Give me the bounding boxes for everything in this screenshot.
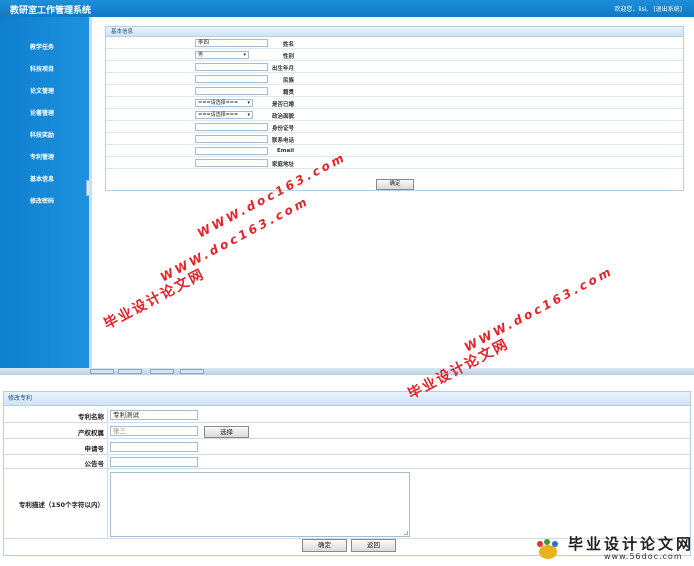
label-cell: 申请号 xyxy=(4,439,108,454)
corner-site-title: 毕业设计论文网 xyxy=(568,535,694,553)
sidebar-item-change-password[interactable]: 修改密码 xyxy=(0,195,89,209)
email-input[interactable] xyxy=(195,147,268,155)
patent-row-notice-no: 公告号 xyxy=(4,455,690,469)
sidebar-item-awards[interactable]: 科技奖励 xyxy=(0,129,89,143)
patent-name-label: 专利名称 xyxy=(78,413,104,421)
name-label: 姓名 xyxy=(282,42,294,48)
patent-name-input[interactable]: 专利测试 xyxy=(110,410,198,420)
address-label: 家庭地址 xyxy=(271,162,294,168)
native-place-label: 籍贯 xyxy=(282,90,294,96)
label-cell: 产权权属 xyxy=(4,423,108,438)
married-label: 是否已婚 xyxy=(271,102,294,108)
form-row-id-number: 身份证号 xyxy=(106,122,683,133)
screenshot-composite: 教研室工作管理系统 欢迎您，lisi, [退出系统] 教学任务 科技项目 论文管… xyxy=(0,0,694,566)
sidebar: 教学任务 科技项目 论文管理 论著管理 科技奖励 专利管理 基本信息 修改密码 xyxy=(0,17,89,368)
patent-row-apply-no: 申请号 xyxy=(4,439,690,455)
corner-site-url: www.56doc.com xyxy=(604,552,683,561)
id-number-label: 身份证号 xyxy=(271,126,294,132)
logout-link[interactable]: [退出系统] xyxy=(653,6,682,13)
form-row-name: 姓名 李四 xyxy=(106,38,683,49)
chevron-down-icon: ▾ xyxy=(243,52,246,58)
description-label: 专利描述（150个字符以内） xyxy=(18,501,104,509)
resize-grip-icon[interactable] xyxy=(404,531,408,535)
notice-no-label: 公告号 xyxy=(84,460,105,468)
patent-back-button[interactable]: 返回 xyxy=(351,539,396,552)
notice-no-input[interactable] xyxy=(110,457,198,467)
form-row-birth: 出生年月 xyxy=(106,62,683,73)
description-textarea[interactable] xyxy=(110,472,410,537)
patent-edit-title: 修改专利 xyxy=(4,392,690,406)
taskbar-button[interactable] xyxy=(180,369,204,374)
label-cell: 专利名称 xyxy=(4,407,108,422)
patent-ok-button[interactable]: 确定 xyxy=(302,539,347,552)
header-user-links: 欢迎您，lisi, [退出系统] xyxy=(611,4,682,13)
sidebar-item-patents[interactable]: 专利管理 xyxy=(0,151,89,165)
sidebar-item-papers[interactable]: 论文管理 xyxy=(0,85,89,99)
sidebar-item-research-projects[interactable]: 科技项目 xyxy=(0,63,89,77)
phone-label: 联系电话 xyxy=(271,138,294,144)
form-row-ethnicity: 民族 xyxy=(106,74,683,85)
label-cell: 公告号 xyxy=(4,455,108,468)
taskbar-button[interactable] xyxy=(150,369,174,374)
separator-gap xyxy=(0,375,694,391)
phone-input[interactable] xyxy=(195,135,268,143)
taskbar-button[interactable] xyxy=(90,369,114,374)
form-row-political: 政治面貌 ===请选择=== ▾ xyxy=(106,110,683,121)
basic-info-title: 基本信息 xyxy=(106,27,683,37)
political-label: 政治面貌 xyxy=(271,114,294,120)
form-row-email: Email xyxy=(106,146,683,157)
email-label: Email xyxy=(277,148,294,154)
basic-info-panel: 基本信息 姓名 李四 性别 男 ▾ 出生年月 民族 籍贯 是否已婚 ===请选择… xyxy=(105,26,684,191)
ethnicity-input[interactable] xyxy=(195,75,268,83)
gender-label: 性别 xyxy=(282,54,294,60)
os-taskbar xyxy=(0,368,694,375)
gender-select[interactable]: 男 ▾ xyxy=(195,51,249,59)
top-header-bar: 教研室工作管理系统 欢迎您，lisi, [退出系统] xyxy=(0,0,694,17)
address-input[interactable] xyxy=(195,159,268,167)
married-select-value: ===请选择=== xyxy=(198,100,239,106)
app-title: 教研室工作管理系统 xyxy=(10,6,92,16)
patent-row-name: 专利名称 专利测试 xyxy=(4,407,690,423)
birth-input[interactable] xyxy=(195,63,268,71)
patent-row-description: 专利描述（150个字符以内） xyxy=(4,469,690,539)
corner-site-logo: 毕业设计论文网 www.56doc.com xyxy=(534,530,694,566)
political-select-value: ===请选择=== xyxy=(198,112,239,118)
label-cell: 专利描述（150个字符以内） xyxy=(4,469,108,538)
gender-select-value: 男 xyxy=(198,52,204,58)
chevron-down-icon: ▾ xyxy=(247,100,250,106)
name-input[interactable]: 李四 xyxy=(195,39,268,47)
form-row-phone: 联系电话 xyxy=(106,134,683,145)
form-row-address: 家庭地址 xyxy=(106,158,683,169)
taskbar-button[interactable] xyxy=(118,369,142,374)
political-select[interactable]: ===请选择=== ▾ xyxy=(195,111,253,119)
welcome-text: 欢迎您，lisi, xyxy=(614,6,649,13)
form-row-native-place: 籍贯 xyxy=(106,86,683,97)
apply-no-input[interactable] xyxy=(110,442,198,452)
patent-owner-label: 产权权属 xyxy=(78,429,104,437)
sidebar-item-teaching-tasks[interactable]: 教学任务 xyxy=(0,41,89,55)
form-row-married: 是否已婚 ===请选择=== ▾ xyxy=(106,98,683,109)
id-number-input[interactable] xyxy=(195,123,268,131)
basic-info-submit-button[interactable]: 确定 xyxy=(376,179,414,190)
chevron-down-icon: ▾ xyxy=(247,112,250,118)
ethnicity-label: 民族 xyxy=(282,78,294,84)
sidebar-item-basic-info[interactable]: 基本信息 xyxy=(0,173,89,187)
sidebar-item-monographs[interactable]: 论著管理 xyxy=(0,107,89,121)
form-row-gender: 性别 男 ▾ xyxy=(106,50,683,61)
paw-logo-icon xyxy=(537,539,558,559)
apply-no-label: 申请号 xyxy=(84,445,105,453)
patent-owner-input[interactable]: 张三 xyxy=(110,426,198,436)
birth-label: 出生年月 xyxy=(271,66,294,72)
native-place-input[interactable] xyxy=(195,87,268,95)
choose-owner-button[interactable]: 选择 xyxy=(204,426,249,438)
patent-row-owner: 产权权属 张三 选择 xyxy=(4,423,690,439)
married-select[interactable]: ===请选择=== ▾ xyxy=(195,99,253,107)
